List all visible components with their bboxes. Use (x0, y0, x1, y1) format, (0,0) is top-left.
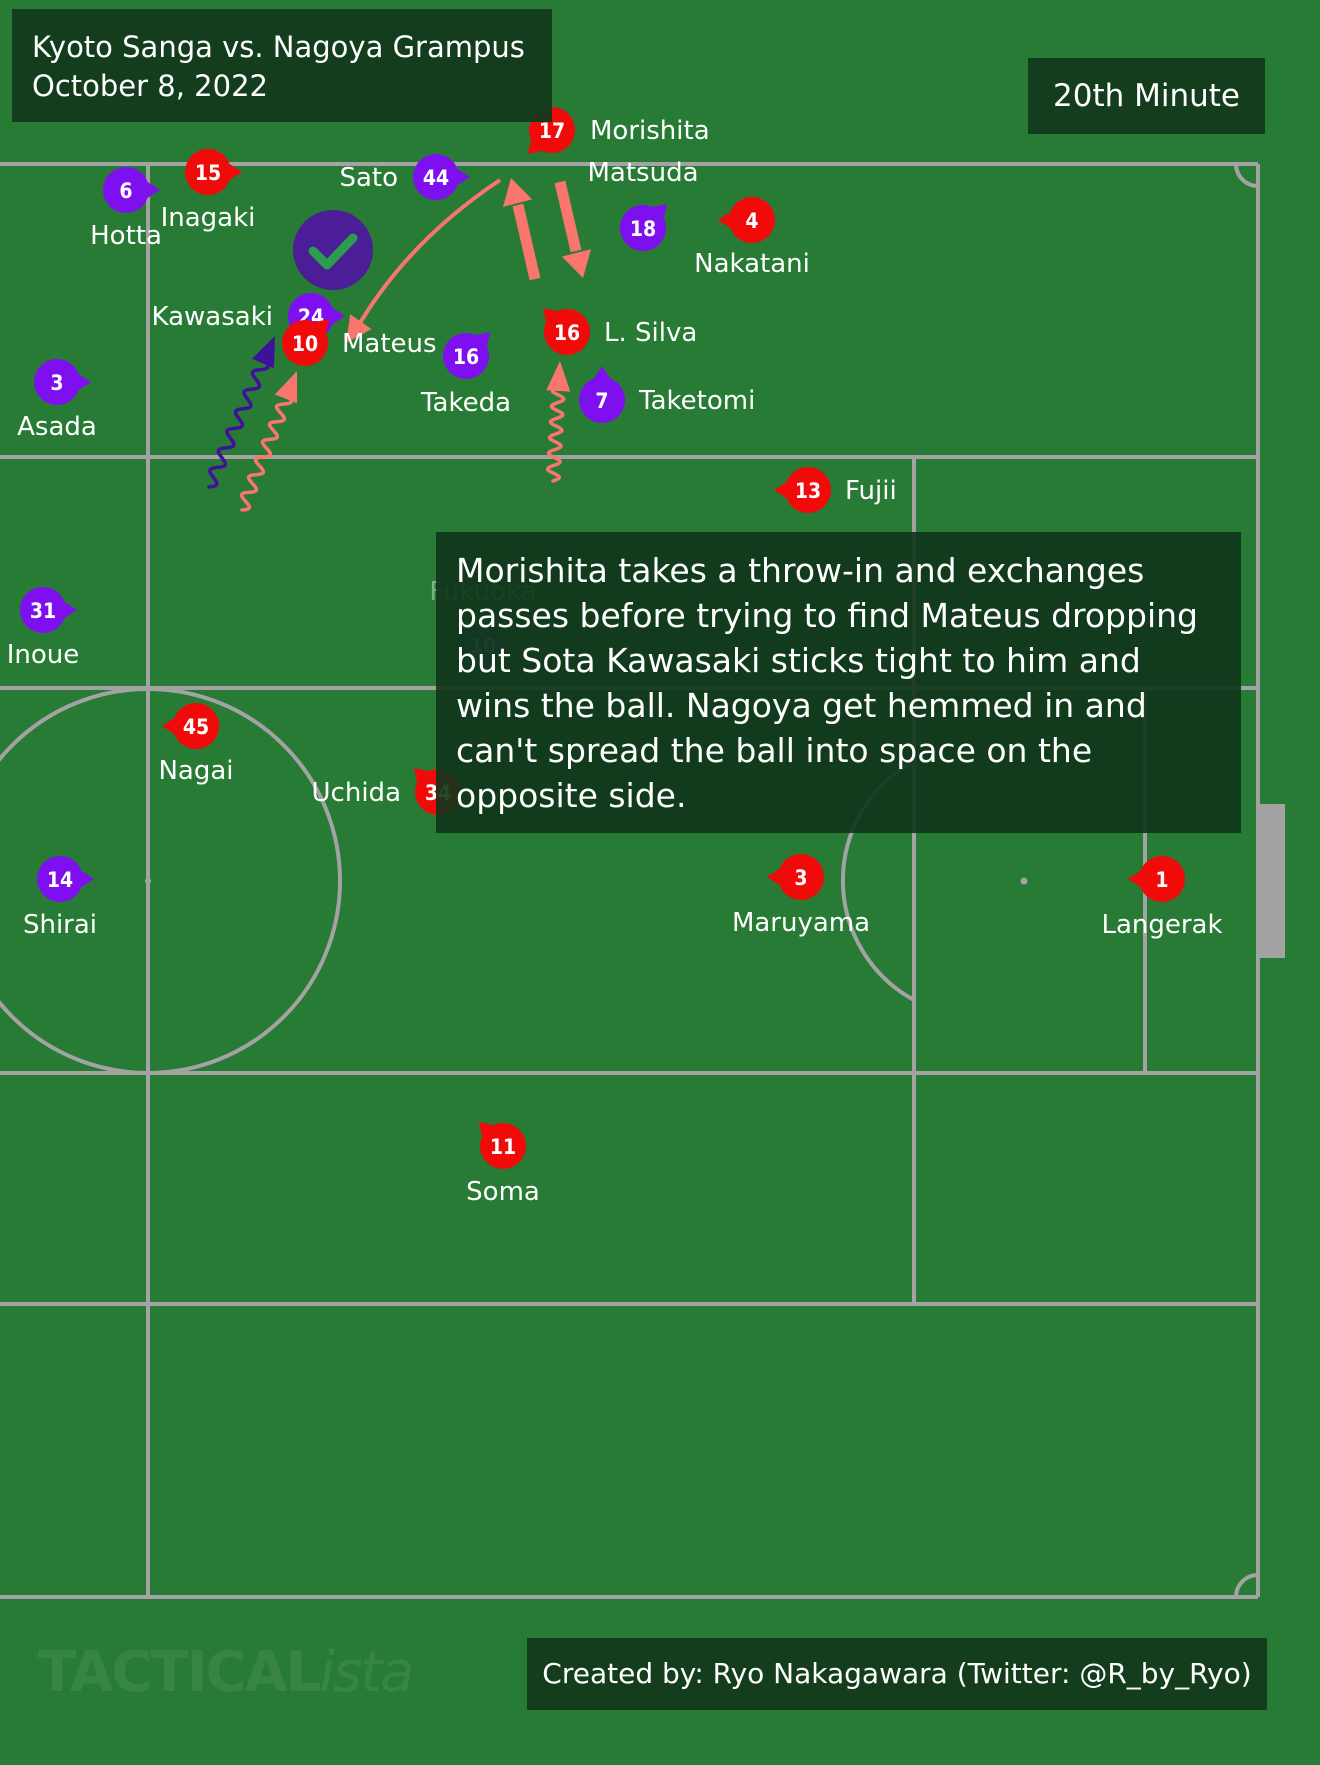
player-number: 14 (47, 868, 73, 892)
player-number: 15 (195, 161, 221, 185)
player-number: 31 (30, 599, 56, 623)
player-name: Maruyama (732, 908, 870, 938)
player-number: 1 (1155, 868, 1168, 892)
player-number: 18 (630, 217, 656, 241)
goal (1256, 804, 1285, 958)
minute-label: 20th Minute (1053, 78, 1240, 114)
credit-text: Created by: Ryo Nakagawara (Twitter: @R_… (542, 1657, 1252, 1690)
player-number: 7 (595, 389, 608, 413)
player-name: Inagaki (161, 203, 256, 233)
centre-spot (145, 878, 151, 884)
player-number: 6 (119, 179, 132, 203)
player-name: Takeda (420, 388, 511, 418)
player-number: 3 (50, 371, 63, 395)
player-name: Matsuda (587, 158, 698, 188)
caption-text: Morishita takes a throw-in and exchanges… (456, 551, 1198, 815)
watermark-logo: TACTICALista (38, 1640, 414, 1705)
player-name: Shirai (23, 910, 97, 940)
penalty-spot (1020, 877, 1028, 885)
player-number: 16 (554, 321, 580, 345)
player-name: Asada (17, 412, 97, 442)
player-name: Nagai (158, 756, 233, 786)
player-number: 16 (453, 345, 479, 369)
player-number: 4 (745, 209, 758, 233)
player-number: 44 (423, 166, 449, 190)
player-number: 45 (183, 715, 209, 739)
tactical-board: 6 Hotta 15 Inagaki 44 Sato 17 Morishita 18 Matsud… (0, 0, 1320, 1760)
player-name: Langerak (1101, 910, 1222, 940)
player-number: 13 (795, 479, 821, 503)
minute-box: 20th Minute (1028, 58, 1265, 134)
check-circle-icon (293, 210, 373, 290)
player-name: Hotta (90, 221, 162, 251)
player-name: Inoue (7, 640, 80, 670)
pitch: 6Hotta15Inagaki44Sato17 Morishita18Matsud… (0, 0, 1320, 1760)
player-name: L. Silva (604, 318, 697, 348)
credit-box: Created by: Ryo Nakagawara (Twitter: @R_… (527, 1638, 1267, 1710)
player-name: Nakatani (694, 249, 810, 279)
match-title: Kyoto Sanga vs. Nagoya Grampus (32, 30, 525, 64)
match-date: October 8, 2022 (32, 69, 268, 103)
player-name: Kawasaki (152, 302, 273, 332)
player-name: Sato (339, 163, 398, 193)
player-name: Soma (466, 1177, 540, 1207)
player-number: 3 (794, 866, 807, 890)
marker-layer (293, 210, 373, 290)
player-number: 11 (490, 1135, 516, 1159)
player-name: Morishita (590, 116, 710, 146)
player-name: Fujii (845, 476, 897, 506)
player-name: Mateus (342, 329, 437, 359)
match-title-box: Kyoto Sanga vs. Nagoya Grampus October 8… (12, 9, 552, 122)
player-number: 17 (539, 119, 565, 143)
pitch-background (0, 0, 1320, 1760)
player-number: 10 (292, 332, 318, 356)
caption-box: Morishita takes a throw-in and exchanges… (436, 532, 1241, 833)
player-name: Taketomi (638, 386, 755, 416)
player-name: Uchida (312, 778, 401, 808)
